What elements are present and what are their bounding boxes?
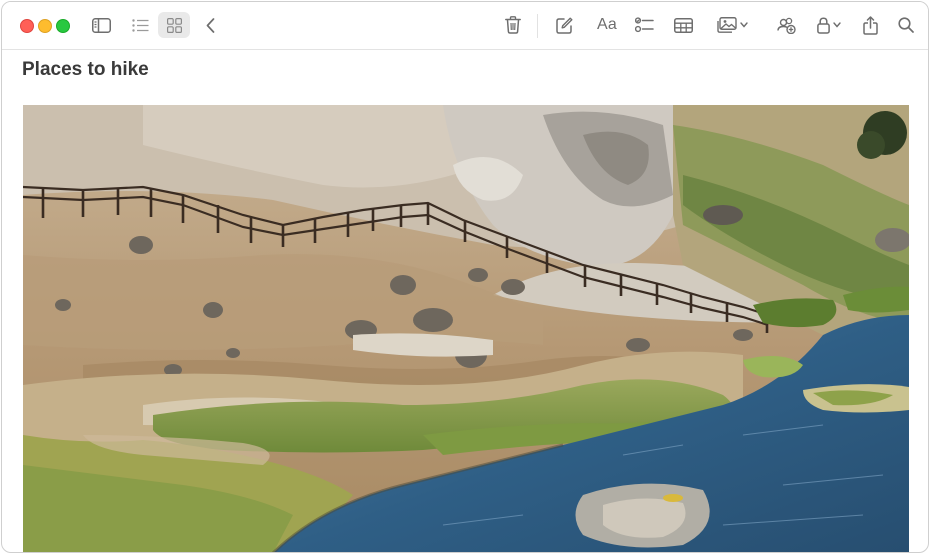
toolbar-divider	[537, 14, 538, 38]
chevron-down-icon	[739, 22, 748, 28]
photo-icon	[716, 17, 737, 33]
notes-window: Aa Places to hike	[1, 1, 929, 553]
delete-button[interactable]	[500, 12, 526, 38]
list-icon	[131, 18, 148, 32]
search-icon	[898, 17, 914, 33]
hot-creek-canyon-landscape-image	[23, 105, 909, 552]
note-title[interactable]: Places to hike	[22, 59, 149, 81]
chevron-left-icon	[206, 17, 214, 33]
lock-icon	[817, 16, 830, 34]
share-button[interactable]	[858, 12, 882, 38]
chevron-down-icon	[833, 22, 841, 28]
collaborate-button[interactable]	[773, 12, 799, 38]
collaborate-icon	[776, 17, 796, 34]
zoom-button[interactable]	[56, 19, 70, 33]
grid-icon	[166, 17, 182, 33]
toolbar: Aa	[2, 2, 928, 50]
checklist-button[interactable]	[632, 12, 656, 38]
share-icon	[862, 15, 878, 35]
table-button[interactable]	[670, 12, 696, 38]
checklist-icon	[634, 17, 654, 33]
gallery-view-button[interactable]	[158, 12, 190, 38]
minimize-button[interactable]	[38, 19, 52, 33]
back-button[interactable]	[200, 12, 220, 38]
sidebar-toggle-button[interactable]	[88, 12, 114, 38]
compose-icon	[555, 17, 572, 34]
note-photo-attachment[interactable]	[23, 105, 909, 552]
format-button[interactable]: Aa	[593, 12, 621, 38]
note-editor[interactable]: Places to hike	[2, 50, 928, 552]
sidebar-icon	[91, 17, 111, 33]
media-button[interactable]	[712, 12, 752, 38]
table-icon	[673, 17, 693, 33]
trash-icon	[505, 16, 521, 34]
search-button[interactable]	[894, 12, 918, 38]
new-note-button[interactable]	[551, 12, 577, 38]
list-view-button[interactable]	[126, 12, 154, 38]
lock-button[interactable]	[812, 12, 846, 38]
format-text-icon: Aa	[597, 16, 617, 33]
close-button[interactable]	[20, 19, 34, 33]
